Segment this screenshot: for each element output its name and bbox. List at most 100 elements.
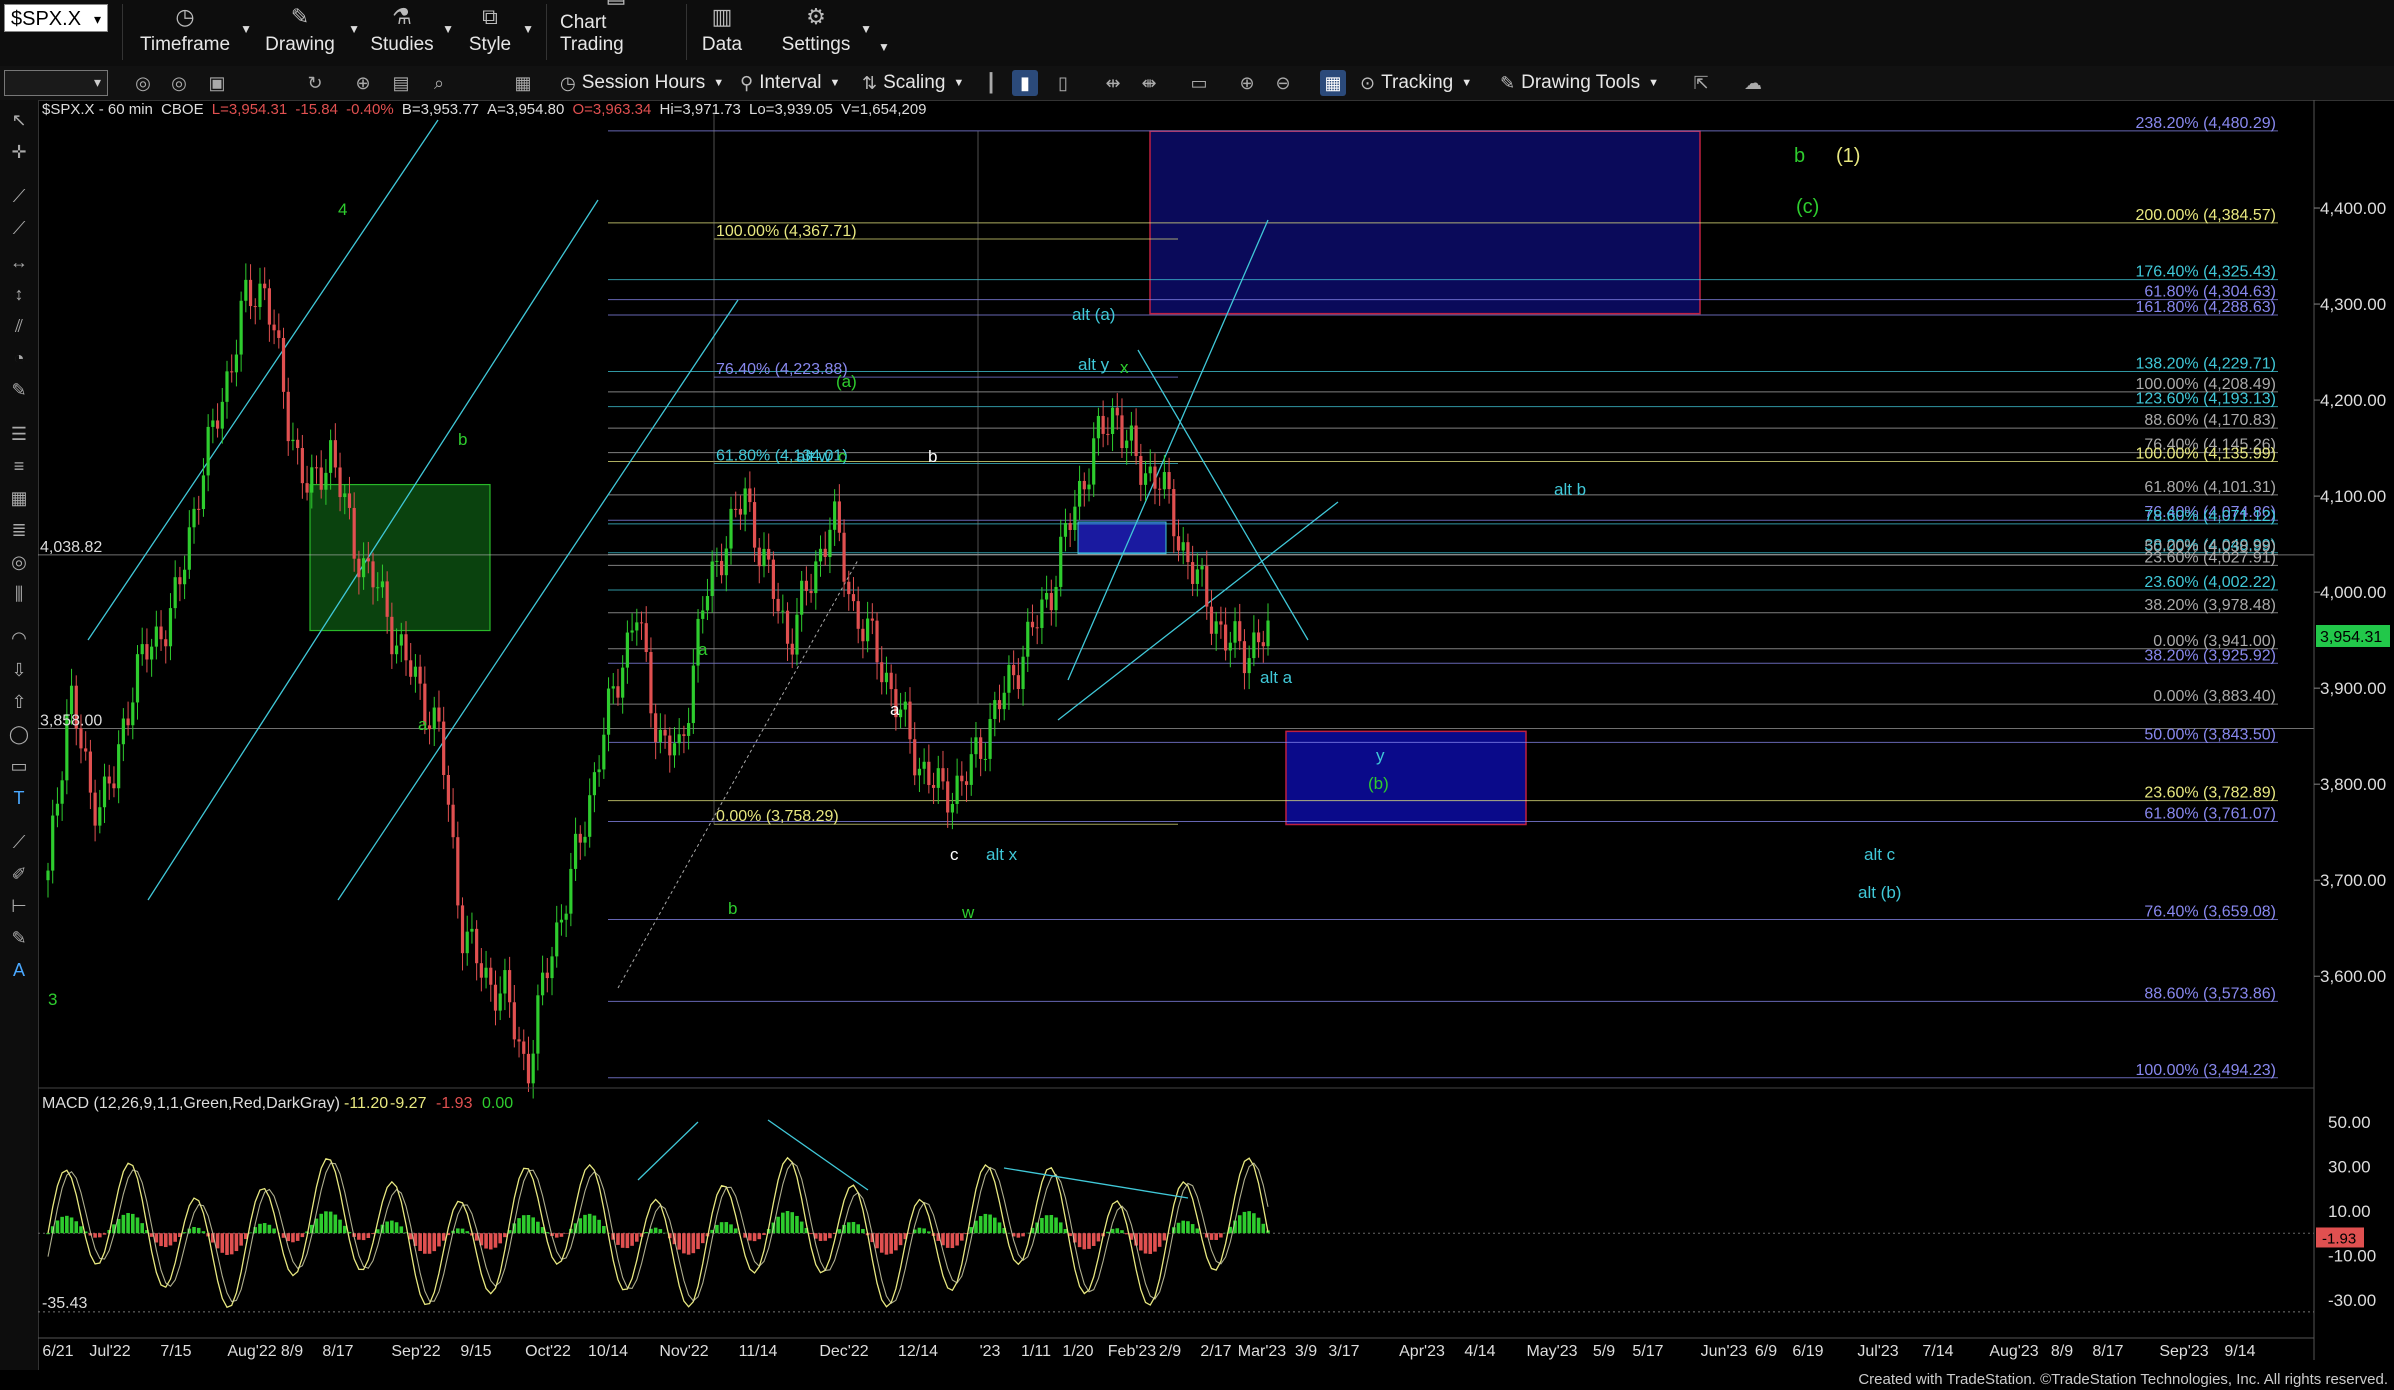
candle-body [738, 508, 743, 515]
settings-button[interactable]: ⚙ Settings ▼ [782, 0, 872, 62]
fib-ratio-icon[interactable]: ≡ [6, 454, 32, 478]
arrow-down-icon[interactable]: ⇩ [6, 658, 32, 682]
pointer-icon[interactable]: ↖ [6, 108, 32, 132]
drawing-button[interactable]: ✎ Drawing ▼ [262, 0, 360, 62]
chart-trading-button[interactable]: ▤ Chart Trading [560, 0, 672, 62]
circle-tool-icon[interactable]: ◔ [6, 346, 32, 370]
grid-icon[interactable]: ▦ [1320, 70, 1346, 96]
date-tick-label: 7/14 [1922, 1343, 1953, 1360]
date-tick-label: Aug'22 [227, 1343, 276, 1360]
macd-histogram-bar [917, 1227, 922, 1234]
annotation-icon[interactable]: A [6, 958, 32, 982]
fib-grid-icon[interactable]: ▦ [6, 486, 32, 510]
text-tool-icon[interactable]: T [6, 786, 32, 810]
pen-tool-icon[interactable]: ✎ [6, 378, 32, 402]
fib-retrace-icon[interactable]: ≣ [6, 518, 32, 542]
macd-histogram-bar [192, 1227, 196, 1234]
compress-icon[interactable]: ⇹ [1100, 70, 1126, 96]
date-tick-label: 6/9 [1755, 1343, 1777, 1360]
macd-histogram-bar [225, 1233, 229, 1255]
magnifier-icon[interactable]: ⌕ [426, 70, 452, 96]
candle-style-icon[interactable]: ▮ [1012, 70, 1038, 96]
line-style-icon[interactable]: ▯ [1050, 70, 1076, 96]
ellipse-icon[interactable]: ◯ [6, 722, 32, 746]
candle-body [908, 701, 912, 740]
crosshair-icon[interactable]: ✛ [6, 140, 32, 164]
window-icon[interactable]: ▣ [204, 70, 230, 96]
trendline-icon[interactable]: ⟋ [6, 184, 32, 208]
overflow-arrow-icon[interactable]: ▼ [878, 40, 890, 54]
refresh-icon[interactable]: ↻ [302, 70, 328, 96]
brush-icon[interactable]: ✐ [6, 862, 32, 886]
candle-body [404, 634, 408, 661]
zoom-out-icon[interactable]: ⊖ [1270, 70, 1296, 96]
style-button[interactable]: ⧉ Style ▼ [468, 0, 534, 62]
fib-extension-icon[interactable]: ☰ [6, 422, 32, 446]
macd-value: -9.27 [390, 1095, 427, 1112]
macd-divergence-line [767, 1119, 869, 1191]
date-tick-label: Oct'22 [525, 1343, 571, 1360]
candle-body [1186, 542, 1190, 563]
wave-label: b [458, 430, 467, 449]
wave-label: b [928, 447, 937, 466]
wave-label: b [728, 899, 737, 918]
export-icon[interactable]: ⇱ [1688, 70, 1714, 96]
candle-body [338, 467, 342, 498]
bar-style-icon[interactable]: ┃ [978, 70, 1004, 96]
tracking-button[interactable]: ⊙ Tracking ▼ [1360, 70, 1472, 96]
speed-lines-icon[interactable]: ⫼ [6, 582, 32, 606]
macd-histogram-bar [65, 1215, 69, 1234]
save-icon[interactable]: ▤ [388, 70, 414, 96]
macd-histogram-bar [517, 1218, 521, 1234]
link2-icon[interactable]: ◎ [166, 70, 192, 96]
find-icon[interactable]: ⊕ [350, 70, 376, 96]
date-tick-label: 1/20 [1062, 1343, 1093, 1360]
expand-icon[interactable]: ⇼ [1136, 70, 1162, 96]
candle-body [842, 532, 846, 582]
data-button[interactable]: ▥ Data [700, 0, 744, 62]
candle-body [201, 475, 206, 510]
zoom-in-icon[interactable]: ⊕ [1234, 70, 1260, 96]
price-tick-label: 3,800.00 [2320, 775, 2386, 794]
candle-body [1002, 692, 1006, 710]
ruler-icon[interactable]: ⟋ [6, 830, 32, 854]
macd-histogram-bar [1082, 1233, 1087, 1250]
candle-body [427, 725, 432, 730]
session-hours-button[interactable]: ◷ Session Hours ▼ [560, 70, 724, 96]
screen-icon[interactable]: ▦ [510, 70, 536, 96]
interval-selector[interactable]: ▾ [4, 70, 108, 96]
date-tick-label: May'23 [1526, 1343, 1577, 1360]
macd-histogram-bar [498, 1233, 503, 1244]
rectangle-icon[interactable]: ▭ [6, 754, 32, 778]
horizontal-line-icon[interactable]: ↔ [6, 250, 32, 274]
candle-body [183, 569, 187, 585]
measure-icon[interactable]: ⊢ [6, 894, 32, 918]
arrow-up-icon[interactable]: ⇧ [6, 690, 32, 714]
candle-body [1139, 456, 1143, 485]
gann-icon[interactable]: ◎ [6, 550, 32, 574]
scaling-button[interactable]: ⇅ Scaling ▼ [862, 70, 964, 96]
channel-icon[interactable]: ⫽ [6, 314, 32, 338]
candle-body [1143, 473, 1148, 485]
macd-histogram-bar [418, 1233, 422, 1251]
macd-histogram-bar [682, 1233, 686, 1254]
candle-body [903, 701, 907, 710]
macd-histogram-bar [291, 1233, 295, 1243]
arc-icon[interactable]: ◠ [6, 626, 32, 650]
vertical-line-icon[interactable]: ↕ [6, 282, 32, 306]
fib-label-left: 0.00% (3,758.29) [716, 808, 839, 825]
highlighter-icon[interactable]: ✎ [6, 926, 32, 950]
studies-button[interactable]: ⚗ Studies ▼ [370, 0, 454, 62]
cloud-icon[interactable]: ☁ [1740, 70, 1766, 96]
interval-button[interactable]: ⚲ Interval ▼ [740, 70, 840, 96]
fib-label-left: 76.40% (4,223.88) [716, 361, 848, 378]
macd-histogram-bar [616, 1233, 620, 1245]
pane-icon[interactable]: ▭ [1186, 70, 1212, 96]
ray-icon[interactable]: ⟋ [6, 216, 32, 240]
drawing-tools-button[interactable]: ✎ Drawing Tools ▼ [1500, 70, 1659, 96]
price-chart[interactable]: 200.00% (4,384.57) 176.40% (4,325.43) 61.8… [38, 100, 2394, 1370]
timeframe-button[interactable]: ◷ Timeframe ▼ [140, 0, 252, 62]
link-icon[interactable]: ◎ [130, 70, 156, 96]
symbol-selector[interactable]: $SPX.X ▾ [4, 4, 108, 32]
blue-zone-box [1077, 521, 1167, 555]
